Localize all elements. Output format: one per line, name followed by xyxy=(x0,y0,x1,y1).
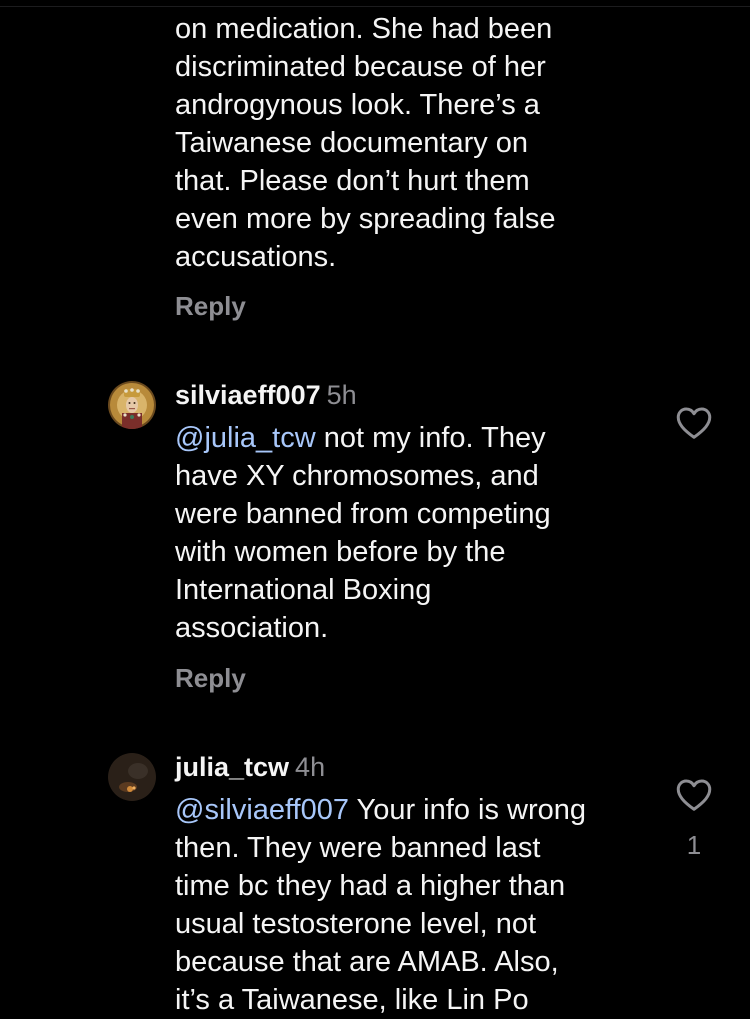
comment-text: @julia_tcw not my info. They have XY chr… xyxy=(175,419,665,647)
reply-button[interactable]: Reply xyxy=(175,663,246,693)
avatar[interactable] xyxy=(108,753,156,801)
like-button[interactable] xyxy=(676,778,712,812)
top-divider xyxy=(0,6,750,7)
comment-header: julia_tcw 4h xyxy=(175,751,325,783)
comment-text: @silviaeff007 Your info is wrong then. T… xyxy=(175,791,665,1019)
mention-link[interactable]: @silviaeff007 xyxy=(175,794,349,826)
timestamp: 5h xyxy=(326,380,357,410)
username[interactable]: silviaeff007 xyxy=(175,380,321,410)
like-count: 1 xyxy=(686,830,702,860)
timestamp: 4h xyxy=(295,752,326,782)
byzantine-portrait-avatar xyxy=(108,381,156,429)
like-button[interactable] xyxy=(676,406,712,440)
username[interactable]: julia_tcw xyxy=(175,752,289,782)
reply-button[interactable]: Reply xyxy=(175,291,246,321)
dark-photo-avatar xyxy=(108,753,156,801)
comment-text: on medication. She had been discriminate… xyxy=(175,13,556,273)
heart-outline-icon xyxy=(676,407,712,439)
comment-body: not my info. They have XY chromosomes, a… xyxy=(175,422,551,644)
avatar[interactable] xyxy=(108,381,156,429)
heart-outline-icon xyxy=(676,779,712,811)
comment-header: silviaeff007 5h xyxy=(175,379,357,411)
comment-body: Your info is wrong then. They were banne… xyxy=(175,794,586,1016)
mention-link[interactable]: @julia_tcw xyxy=(175,422,316,454)
